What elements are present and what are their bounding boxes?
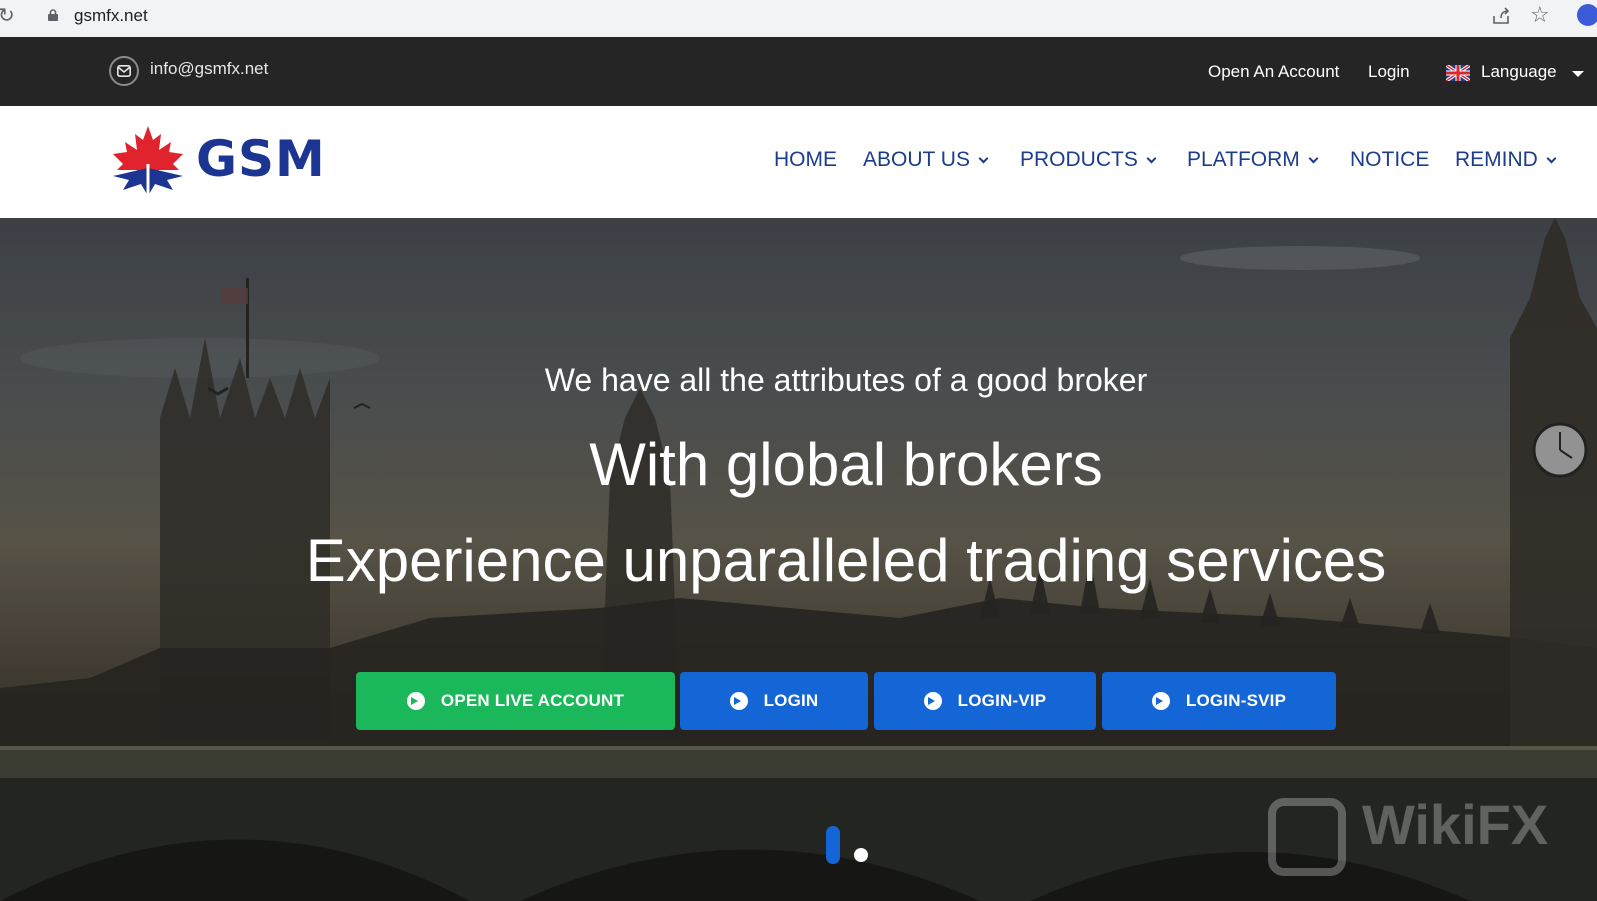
login-link[interactable]: Login <box>1368 62 1410 82</box>
arrow-right-circle-icon <box>729 692 748 710</box>
chevron-down-icon <box>1146 153 1157 164</box>
chevron-down-icon <box>1308 153 1319 164</box>
extension-icon[interactable] <box>1577 4 1597 26</box>
browser-toolbar: ↻ gsmfx.net ☆ <box>0 0 1597 37</box>
nav-notice[interactable]: NOTICE <box>1350 148 1429 172</box>
maple-leaf-logo-icon[interactable] <box>109 124 187 198</box>
chevron-down-icon <box>1546 153 1557 164</box>
address-bar[interactable]: gsmfx.net <box>32 0 1542 31</box>
share-icon[interactable] <box>1490 5 1512 27</box>
hero-banner: We have all the attributes of a good bro… <box>0 218 1597 901</box>
nav-platform[interactable]: PLATFORM <box>1187 148 1319 172</box>
chevron-down-icon <box>978 153 989 164</box>
url-text[interactable]: gsmfx.net <box>74 6 148 26</box>
arrow-right-circle-icon <box>923 692 942 710</box>
arrow-right-circle-icon <box>406 692 425 710</box>
bookmark-star-icon[interactable]: ☆ <box>1530 3 1550 27</box>
caret-down-icon[interactable] <box>1572 71 1584 77</box>
login-button[interactable]: LOGIN <box>680 672 868 730</box>
contact-email[interactable]: info@gsmfx.net <box>150 59 268 79</box>
language-selector[interactable]: Language <box>1481 62 1557 82</box>
open-account-link[interactable]: Open An Account <box>1208 62 1339 82</box>
main-header: GSM HOME ABOUT US PRODUCTS PLATFORM NOTI… <box>0 106 1597 218</box>
reload-icon[interactable]: ↻ <box>0 3 15 28</box>
nav-remind[interactable]: REMIND <box>1455 148 1557 172</box>
nav-home[interactable]: HOME <box>774 148 837 172</box>
uk-flag-icon <box>1446 65 1470 81</box>
slide-indicator[interactable] <box>854 848 868 862</box>
brand-logo-text[interactable]: GSM <box>196 132 326 186</box>
watermark-text: WikiFX <box>1362 793 1549 856</box>
open-live-account-button[interactable]: OPEN LIVE ACCOUNT <box>356 672 675 730</box>
email-icon <box>109 56 139 86</box>
login-vip-button[interactable]: LOGIN-VIP <box>874 672 1096 730</box>
slide-indicator-active[interactable] <box>826 826 840 864</box>
watermark-logo-icon <box>1268 798 1346 876</box>
nav-products[interactable]: PRODUCTS <box>1020 148 1157 172</box>
hero-tagline: We have all the attributes of a good bro… <box>544 362 1148 398</box>
hero-headline: With global brokers <box>589 431 1103 498</box>
nav-about-us[interactable]: ABOUT US <box>863 148 989 172</box>
lock-icon <box>48 9 58 21</box>
top-bar: info@gsmfx.net Open An Account Login Lan… <box>0 37 1597 106</box>
hero-subheadline: Experience unparalleled trading services <box>305 527 1387 594</box>
arrow-right-circle-icon <box>1151 692 1170 710</box>
login-svip-button[interactable]: LOGIN-SVIP <box>1102 672 1336 730</box>
